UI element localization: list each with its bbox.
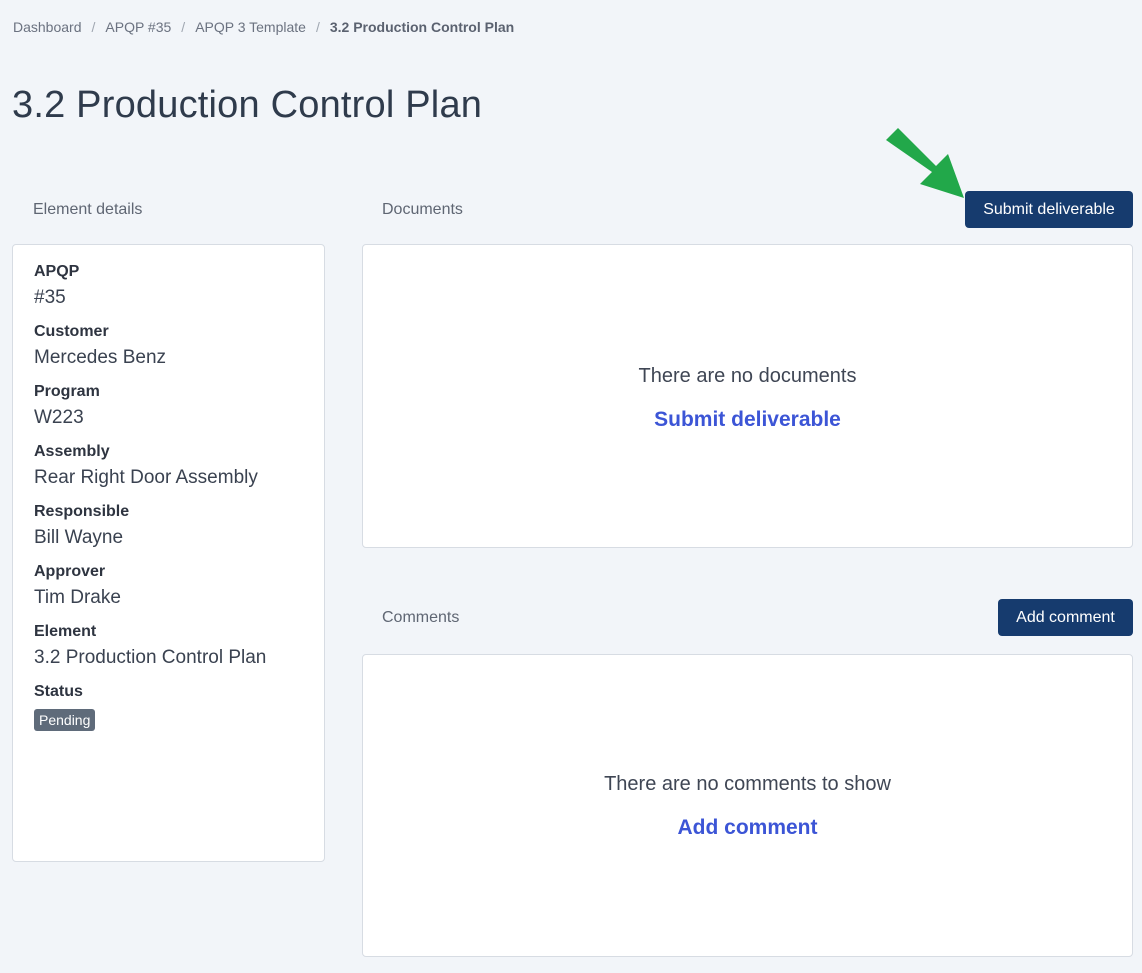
detail-label: Status [34,683,83,700]
detail-element: Element 3.2 Production Control Plan [34,623,303,669]
add-comment-button[interactable]: Add comment [998,599,1133,636]
breadcrumb-item-apqp[interactable]: APQP #35 [105,19,171,35]
detail-value: Mercedes Benz [34,347,167,368]
detail-assembly: Assembly Rear Right Door Assembly [34,443,303,489]
status-badge: Pending [34,709,96,731]
breadcrumb-separator: / [91,19,96,35]
element-details-card: APQP #35 Customer Mercedes Benz Program … [12,244,325,862]
element-details-label: Element details [33,201,143,218]
detail-label: Assembly [34,443,110,460]
detail-responsible: Responsible Bill Wayne [34,503,303,549]
submit-deliverable-button[interactable]: Submit deliverable [965,191,1133,228]
breadcrumb-item-current: 3.2 Production Control Plan [329,19,515,35]
documents-card: There are no documents Submit deliverabl… [362,244,1133,548]
breadcrumb-item-template[interactable]: APQP 3 Template [195,19,306,35]
breadcrumb-separator: / [181,19,186,35]
documents-empty-state: There are no documents Submit deliverabl… [363,365,1132,432]
breadcrumb-separator: / [315,19,320,35]
detail-approver: Approver Tim Drake [34,563,303,609]
comments-empty-text: There are no comments to show [604,773,891,795]
detail-value: 3.2 Production Control Plan [34,647,267,668]
detail-customer: Customer Mercedes Benz [34,323,303,369]
comments-label: Comments [382,609,460,626]
breadcrumb-item-dashboard[interactable]: Dashboard [13,19,82,35]
detail-label: Responsible [34,503,130,520]
detail-value: Tim Drake [34,587,121,608]
detail-label: Element [34,623,97,640]
detail-label: APQP [34,263,80,280]
submit-deliverable-link[interactable]: Submit deliverable [654,408,841,432]
arrow-down-right-icon [886,128,964,198]
detail-label: Approver [34,563,106,580]
detail-label: Customer [34,323,109,340]
comments-empty-state: There are no comments to show Add commen… [363,773,1132,840]
breadcrumb: Dashboard / APQP #35 / APQP 3 Template /… [13,19,514,35]
comments-card: There are no comments to show Add commen… [362,654,1133,957]
detail-value: W223 [34,407,84,428]
add-comment-link[interactable]: Add comment [677,816,817,840]
documents-empty-text: There are no documents [638,365,857,387]
documents-label: Documents [382,201,463,218]
detail-value: Rear Right Door Assembly [34,467,258,488]
detail-program: Program W223 [34,383,303,429]
detail-value: #35 [34,287,66,308]
detail-status: Status Pending [34,683,303,731]
detail-value: Bill Wayne [34,527,124,548]
page-title: 3.2 Production Control Plan [12,84,483,126]
detail-label: Program [34,383,100,400]
detail-apqp: APQP #35 [34,263,303,309]
